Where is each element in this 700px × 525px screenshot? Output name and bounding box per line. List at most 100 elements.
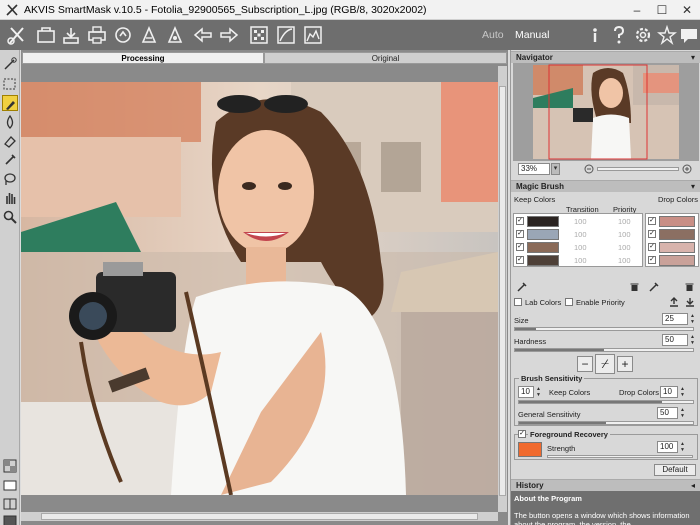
curve-icon[interactable]: [275, 24, 297, 46]
horizontal-scrollbar[interactable]: [21, 512, 498, 521]
tips-icon[interactable]: [656, 24, 678, 46]
undo-icon[interactable]: [192, 24, 214, 46]
settings-icon[interactable]: [632, 24, 654, 46]
print-icon[interactable]: [86, 24, 108, 46]
mask-view-icon[interactable]: [2, 513, 18, 525]
decrease-brush-button[interactable]: −: [577, 356, 593, 372]
horizontal-scrollbar-thumb[interactable]: [41, 513, 478, 520]
upload-icon[interactable]: [669, 297, 679, 307]
general-sensitivity-slider[interactable]: [518, 421, 694, 425]
magic-brush-tool-icon[interactable]: [2, 56, 18, 72]
minimize-button[interactable]: –: [625, 2, 649, 18]
drop-sensitivity-input[interactable]: 10: [660, 386, 678, 398]
chisel-tool-icon[interactable]: [2, 152, 18, 168]
image-canvas[interactable]: [21, 82, 498, 495]
lasso-tool-icon[interactable]: [2, 171, 18, 187]
priority-value[interactable]: 100: [618, 230, 631, 239]
maximize-button[interactable]: ☐: [650, 2, 674, 18]
mode-auto-button[interactable]: Auto: [482, 29, 504, 41]
keep-checkbox-1[interactable]: ✓: [516, 217, 524, 225]
keep-checkbox-3[interactable]: ✓: [516, 243, 524, 251]
drop-swatch-3[interactable]: [659, 242, 695, 253]
vertical-scrollbar[interactable]: [498, 66, 507, 512]
general-sensitivity-spinner-icon[interactable]: ▲ ▼: [678, 407, 687, 419]
magic-brush-header[interactable]: Magic Brush ▾: [511, 180, 700, 192]
size-input[interactable]: 25: [662, 313, 688, 325]
drop-checkbox-1[interactable]: ✓: [648, 217, 656, 225]
keep-checkbox-2[interactable]: ✓: [516, 230, 524, 238]
background-tool-icon[interactable]: [2, 458, 18, 474]
redo-icon[interactable]: [218, 24, 240, 46]
default-button[interactable]: Default: [654, 464, 696, 476]
history-header[interactable]: History ◂: [511, 479, 700, 491]
split-view-icon[interactable]: [2, 496, 18, 512]
brush-preview-icon[interactable]: ⌿: [595, 354, 615, 374]
zoom-slider[interactable]: [597, 167, 679, 171]
transition-value[interactable]: 100: [574, 243, 587, 252]
selection-tool-icon[interactable]: [2, 76, 18, 92]
keep-trash-icon[interactable]: [630, 282, 639, 292]
general-sensitivity-input[interactable]: 50: [657, 407, 678, 419]
collapse-icon[interactable]: ▾: [691, 181, 695, 193]
view-mode-icon[interactable]: [2, 477, 18, 493]
open-icon[interactable]: [35, 24, 57, 46]
keep-swatch-1[interactable]: [527, 216, 559, 227]
brush-pre-icon[interactable]: [138, 24, 160, 46]
drop-swatch-1[interactable]: [659, 216, 695, 227]
vertical-scrollbar-thumb[interactable]: [499, 86, 506, 496]
keep-sensitivity-spinner-icon[interactable]: ▲ ▼: [534, 386, 543, 398]
drop-sensitivity-spinner-icon[interactable]: ▲ ▼: [678, 386, 687, 398]
strength-spinner-icon[interactable]: ▲ ▼: [678, 441, 687, 453]
lab-colors-checkbox[interactable]: [514, 298, 522, 306]
increase-brush-button[interactable]: +: [617, 356, 633, 372]
eraser-tool-icon[interactable]: [2, 133, 18, 149]
keep-swatch-3[interactable]: [527, 242, 559, 253]
hardness-input[interactable]: 50: [662, 334, 688, 346]
tab-processing[interactable]: Processing: [22, 52, 264, 64]
help-icon[interactable]: [608, 24, 630, 46]
hardness-slider[interactable]: [514, 348, 694, 352]
foreground-recovery-checkbox[interactable]: ✓: [518, 430, 526, 438]
run-icon[interactable]: [248, 24, 270, 46]
hand-tool-icon[interactable]: [2, 190, 18, 206]
download-icon[interactable]: [685, 297, 695, 307]
drop-checkbox-2[interactable]: ✓: [648, 230, 656, 238]
share-icon[interactable]: [112, 24, 134, 46]
transition-value[interactable]: 100: [574, 256, 587, 265]
chat-icon[interactable]: [678, 24, 700, 46]
brush-post-icon[interactable]: [164, 24, 186, 46]
drop-checkbox-3[interactable]: ✓: [648, 243, 656, 251]
brush-tool-icon[interactable]: [2, 95, 18, 111]
size-spinner-icon[interactable]: ▲ ▼: [688, 313, 697, 325]
drop-tool-icon[interactable]: [2, 114, 18, 130]
close-button[interactable]: ✕: [675, 2, 699, 18]
enable-priority-checkbox[interactable]: [565, 298, 573, 306]
drop-checkbox-4[interactable]: ✓: [648, 256, 656, 264]
recovery-color-swatch[interactable]: [518, 442, 542, 457]
zoom-select[interactable]: 33%: [518, 163, 550, 175]
navigator-header[interactable]: Navigator ▾: [511, 51, 700, 63]
histogram-icon[interactable]: [302, 24, 324, 46]
tab-original[interactable]: Original: [264, 52, 507, 64]
zoom-tool-icon[interactable]: [2, 209, 18, 225]
info-icon[interactable]: [584, 24, 606, 46]
priority-value[interactable]: 100: [618, 217, 631, 226]
keep-swatch-4[interactable]: [527, 255, 559, 266]
priority-value[interactable]: 100: [618, 256, 631, 265]
zoom-out-icon[interactable]: [584, 164, 594, 174]
keep-drop-slider[interactable]: [518, 400, 694, 404]
keep-sensitivity-input[interactable]: 10: [518, 386, 534, 398]
drop-swatch-4[interactable]: [659, 255, 695, 266]
drop-swatch-2[interactable]: [659, 229, 695, 240]
drop-trash-icon[interactable]: [685, 282, 694, 292]
keep-swatch-2[interactable]: [527, 229, 559, 240]
keep-checkbox-4[interactable]: ✓: [516, 256, 524, 264]
transition-value[interactable]: 100: [574, 230, 587, 239]
strength-slider[interactable]: [547, 455, 693, 458]
mode-manual-button[interactable]: Manual: [515, 29, 549, 41]
size-slider[interactable]: [514, 327, 694, 331]
drop-eyedropper-icon[interactable]: [649, 282, 659, 292]
strength-input[interactable]: 100: [657, 441, 678, 453]
keep-eyedropper-icon[interactable]: [517, 282, 527, 292]
transition-value[interactable]: 100: [574, 217, 587, 226]
